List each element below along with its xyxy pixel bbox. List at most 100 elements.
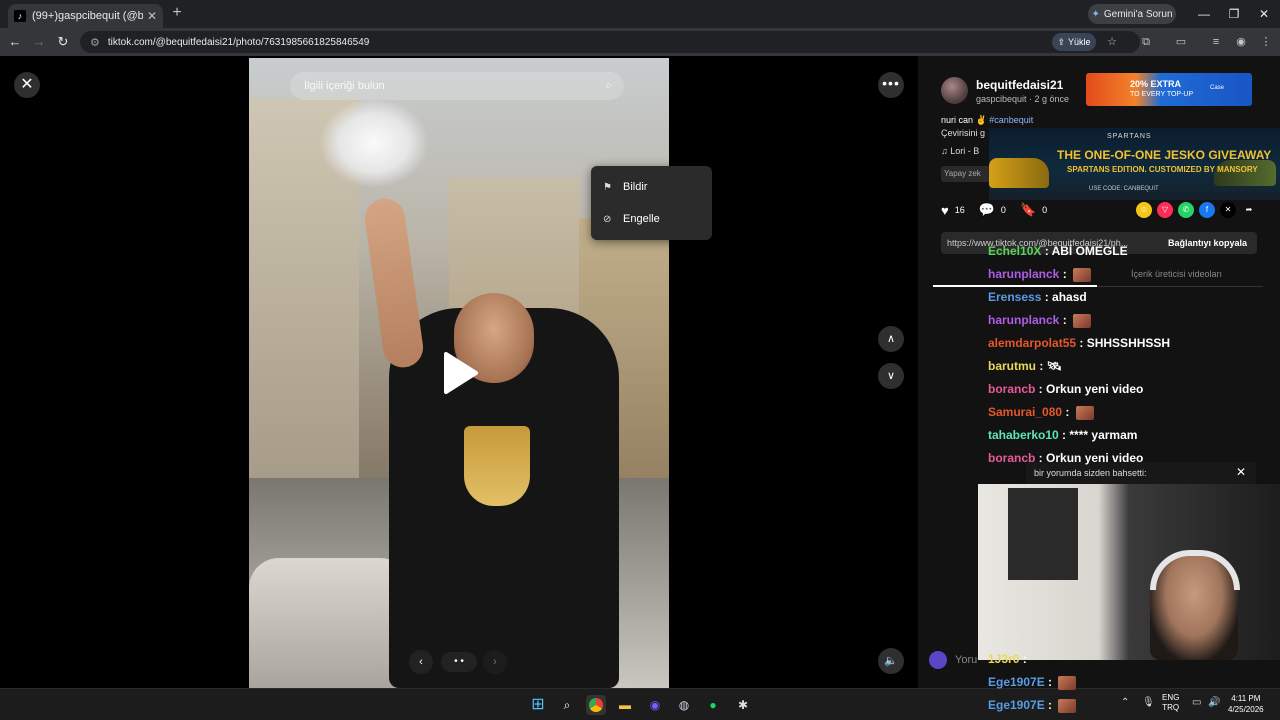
ad-banner-top[interactable]: 20% EXTRA TO EVERY TOP-UP Case [1086,73,1252,106]
clock-date: 4/25/2026 [1228,705,1264,714]
reading-list-icon[interactable]: ≡ [1207,33,1225,51]
search-icon[interactable]: ⌕ [557,695,577,715]
bookmark-star-icon[interactable]: ☆ [1103,33,1121,51]
music-link[interactable]: ♫ Lori - B [941,146,979,156]
dove [319,98,429,188]
previous-photo-button[interactable]: ‹ [409,650,433,674]
search-input[interactable]: İlgili içeriği bulun ⌕ [290,72,624,100]
address-bar[interactable]: ⚙ tiktok.com/@bequitfedaisi21/photo/7631… [80,31,1140,53]
file-explorer-icon[interactable]: ▬ [615,695,635,715]
chat-text: SHHSSHHSSH [1086,336,1171,350]
tab-title: (99+)gaspcibequit (@bequitfe [32,10,143,22]
steam-icon[interactable]: ◍ [674,695,694,715]
share-row: ☺ ▽ ✆ f ✕ ➦ [1136,202,1257,218]
translate-link[interactable]: Çevirisini g [941,128,985,138]
microphone-icon[interactable]: 🎙 [1142,697,1155,708]
upload-button[interactable]: ⇪ Yükle [1052,33,1096,51]
post-username[interactable]: bequitfedaisi21 [976,78,1063,92]
extensions-icon[interactable]: ⧉ [1137,33,1155,51]
clock-time: 4:11 PM [1231,694,1261,703]
menu-item-block[interactable]: ⊘ Engelle [591,203,712,235]
forward-icon[interactable]: → [30,33,48,51]
share-arrow-icon[interactable]: ➦ [1241,202,1257,218]
restore-icon[interactable]: ❐ [1226,6,1242,22]
back-icon[interactable]: ← [6,33,24,51]
network-icon[interactable]: ▭ [1192,697,1201,708]
hashtag-link[interactable]: #canbequit [989,115,1033,125]
chat-text: ahasd [1052,290,1087,304]
close-window-icon[interactable]: ✕ [1256,6,1272,22]
app-icon[interactable]: ✱ [733,695,753,715]
notification-text: bir yorumda sizden bahsetti: [1034,468,1147,478]
upload-label: Yükle [1068,37,1091,47]
chat-emote-icon [1073,313,1092,328]
profile-avatar[interactable]: ◉ [1232,33,1250,51]
chat-separator: : [1044,698,1056,712]
site-info-icon[interactable]: ⚙ [90,36,100,49]
next-post-button[interactable]: ∨ [878,363,904,389]
menu-item-label: Bildir [623,181,648,193]
ad-banner-giveaway[interactable]: SPARTANS THE ONE-OF-ONE JESKO GIVEAWAY S… [989,128,1280,200]
volume-icon[interactable]: 🔊 [1208,697,1220,708]
chat-username: harunplanck [988,313,1060,327]
language-indicator[interactable]: ENG TRQ [1162,693,1179,713]
ad2-brand: SPARTANS [1107,133,1152,140]
chat-separator: : [1076,336,1087,350]
chat-separator: : [1059,313,1071,327]
mention-notification[interactable]: bir yorumda sizden bahsetti: [1026,462,1256,484]
tab-comments-indicator[interactable] [933,285,1097,287]
x-icon[interactable]: ✕ [1220,202,1236,218]
cast-icon[interactable]: ▭ [1172,33,1190,51]
ad1-brand: Case [1210,85,1225,91]
repost-icon[interactable]: ▽ [1157,202,1173,218]
chat-message: Samurai_080 : [988,405,1094,420]
chat-message: Ege1907E : [988,675,1077,690]
gemini-button[interactable]: ✦ Gemini'a Sorun [1088,4,1176,24]
chat-text: **** yarmam [1069,428,1138,442]
tab-creator-videos[interactable]: İçerik üreticisi videoları [1131,269,1222,279]
chat-username: Samurai_080 [988,405,1063,419]
spotify-icon[interactable]: ● [703,695,723,715]
facebook-icon[interactable]: f [1199,202,1215,218]
menu-kebab-icon[interactable]: ⋮ [1257,33,1275,51]
chat-message: tahaberko10 : **** yarmam [988,428,1137,442]
more-options-button[interactable]: ••• [878,72,904,98]
webcam-overlay [978,484,1280,660]
minimize-icon[interactable]: — [1196,6,1212,22]
chat-message: Erensess : ahasd [988,290,1087,304]
windows-start-icon[interactable]: ⊞ [528,695,548,715]
chat-separator: : [1041,244,1052,258]
browser-tab[interactable]: ♪ (99+)gaspcibequit (@bequitfe ✕ [8,4,163,28]
like-button[interactable]: ♥ 16 [941,203,965,218]
copy-link-button[interactable]: Bağlantıyı kopyala [1168,238,1247,248]
previous-post-button[interactable]: ∧ [878,326,904,352]
chat-separator: : [1058,428,1070,442]
clock[interactable]: 4:11 PM 4/25/2026 [1228,693,1264,715]
chrome-icon[interactable] [586,695,606,715]
avatar [929,651,947,669]
whatsapp-icon[interactable]: ✆ [1178,202,1194,218]
tray-chevron-icon[interactable]: ⌃ [1121,697,1129,708]
browser-tab-strip: ♪ (99+)gaspcibequit (@bequitfe ✕ + ✦ Gem… [0,0,1280,28]
menu-item-report[interactable]: ⚑ Bildir [591,171,712,203]
next-photo-button[interactable]: › [483,650,507,674]
comment-button[interactable]: 💬 0 [979,202,1006,218]
close-viewer-button[interactable]: ✕ [14,72,40,98]
volume-button[interactable]: 🔈 [878,648,904,674]
new-tab-button[interactable]: + [168,4,186,22]
avatar[interactable] [941,77,968,104]
reload-icon[interactable]: ↻ [54,33,72,51]
search-icon[interactable]: ⌕ [605,78,612,93]
discord-icon[interactable]: ◉ [645,695,665,715]
comment-input[interactable]: Yoru [955,650,985,670]
save-button[interactable]: 🔖 0 [1020,202,1047,218]
play-icon[interactable] [440,350,480,396]
windows-taskbar: ⊞ ⌕ ▬ ◉ ◍ ● ✱ ⌃ 🎙 ENG TRQ ▭ 🔊 4:11 PM 4/… [0,688,1280,720]
person-arm [362,196,426,370]
post-subline: gaspcibequit · 2 g önce [976,94,1070,104]
chat-username: harunplanck [988,267,1060,281]
chat-username: tahaberko10 [988,428,1059,442]
close-tab-icon[interactable]: ✕ [147,9,157,23]
close-icon[interactable]: ✕ [1234,465,1248,479]
emoji-icon[interactable]: ☺ [1136,202,1152,218]
